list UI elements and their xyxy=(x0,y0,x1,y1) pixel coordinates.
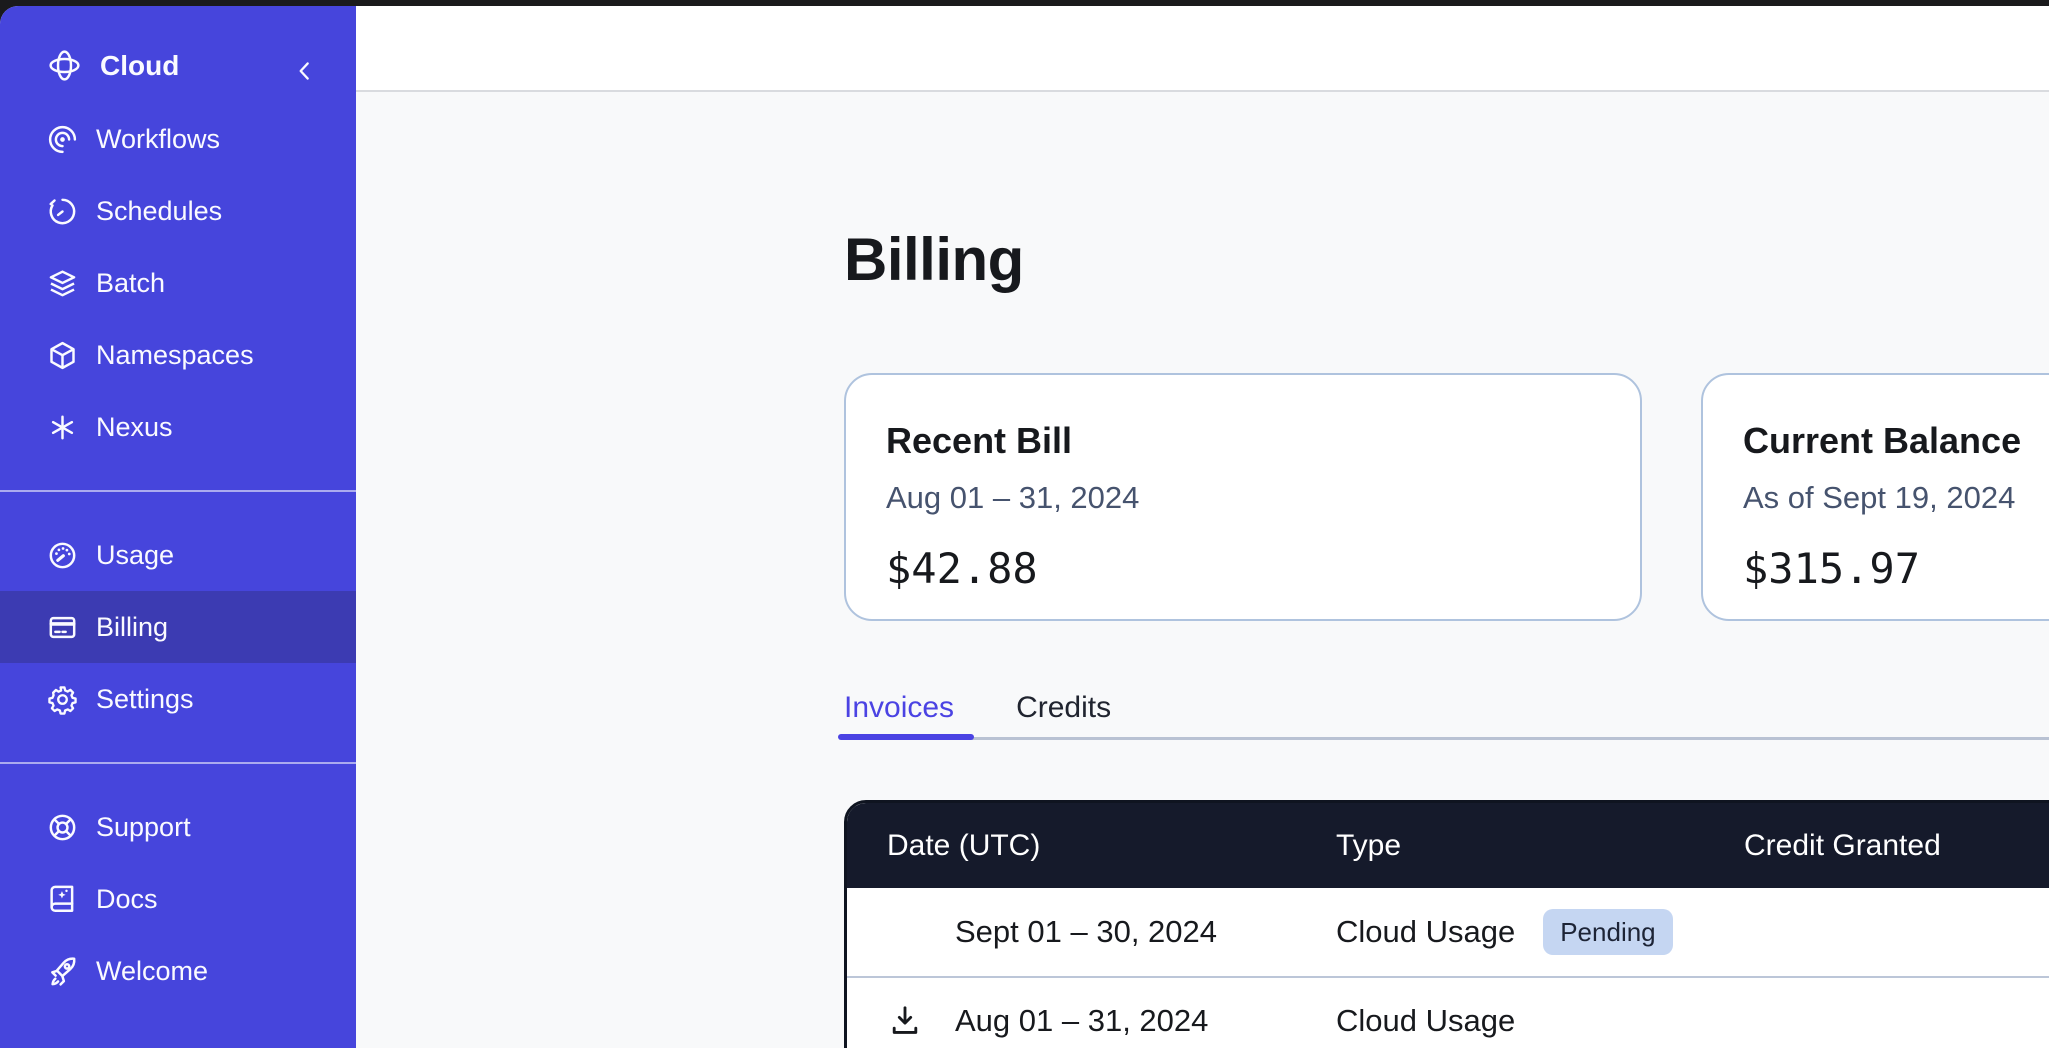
brand-label: Cloud xyxy=(100,50,179,82)
settings-icon xyxy=(46,683,79,716)
sidebar-item-label: Workflows xyxy=(96,124,220,155)
sidebar-item-schedules[interactable]: Schedules xyxy=(0,175,356,247)
invoice-type: Cloud Usage xyxy=(1336,914,1515,950)
sidebar-item-label: Welcome xyxy=(96,956,208,987)
invoice-row: Aug 01 – 31, 2024 Cloud Usage xyxy=(847,976,2049,1048)
invoice-type-cell: Cloud Usage Pending xyxy=(1336,909,1744,955)
usage-icon xyxy=(46,539,79,572)
sidebar-item-batch[interactable]: Batch xyxy=(0,247,356,319)
topbar xyxy=(356,6,2049,92)
summary-cards: Recent Bill Aug 01 – 31, 2024 $42.88 Cur… xyxy=(844,373,2049,621)
invoice-date: Aug 01 – 31, 2024 xyxy=(955,1003,1208,1039)
app-window: Cloud Workflows xyxy=(0,6,2049,1048)
column-header-type: Type xyxy=(1336,829,1744,863)
chevron-left-icon xyxy=(292,56,318,86)
invoice-date: Sept 01 – 30, 2024 xyxy=(955,914,1217,950)
invoices-table: Date (UTC) Type Credit Granted Sept 01 –… xyxy=(844,800,2049,1048)
sidebar-item-label: Support xyxy=(96,812,191,843)
card-date-range: Aug 01 – 31, 2024 xyxy=(886,477,1600,519)
invoice-type-cell: Cloud Usage xyxy=(1336,1003,1744,1039)
card-amount: $42.88 xyxy=(886,543,1600,595)
sidebar-item-label: Usage xyxy=(96,540,174,571)
sidebar-item-label: Settings xyxy=(96,684,194,715)
tab-credits[interactable]: Credits xyxy=(1016,691,1111,740)
schedules-icon xyxy=(46,195,79,228)
recent-bill-card: Recent Bill Aug 01 – 31, 2024 $42.88 xyxy=(844,373,1642,621)
main-area: Billing Recent Bill Aug 01 – 31, 2024 $4… xyxy=(356,6,2049,1048)
sidebar-item-label: Billing xyxy=(96,612,168,643)
card-amount: $315.97 xyxy=(1743,543,2049,595)
sidebar-divider xyxy=(0,490,356,492)
tab-label: Invoices xyxy=(844,691,954,724)
invoice-date-cell: Aug 01 – 31, 2024 xyxy=(847,1003,1336,1039)
sidebar-item-label: Schedules xyxy=(96,196,222,227)
support-icon xyxy=(46,811,79,844)
sidebar-item-label: Nexus xyxy=(96,412,173,443)
billing-icon xyxy=(46,611,79,644)
sidebar: Cloud Workflows xyxy=(0,6,356,1048)
sidebar-item-support[interactable]: Support xyxy=(0,791,356,863)
sidebar-collapse-button[interactable] xyxy=(290,54,320,88)
welcome-icon xyxy=(46,955,79,988)
sidebar-item-usage[interactable]: Usage xyxy=(0,519,356,591)
card-title: Recent Bill xyxy=(886,417,1600,465)
tab-invoices[interactable]: Invoices xyxy=(844,691,954,740)
page-title: Billing xyxy=(844,227,2049,293)
nexus-icon xyxy=(46,411,79,444)
sidebar-item-settings[interactable]: Settings xyxy=(0,663,356,735)
sidebar-item-docs[interactable]: Docs xyxy=(0,863,356,935)
download-icon xyxy=(887,1003,923,1039)
invoice-date-cell: Sept 01 – 30, 2024 xyxy=(847,914,1336,950)
invoice-type: Cloud Usage xyxy=(1336,1003,1515,1039)
sidebar-divider xyxy=(0,762,356,764)
table-header: Date (UTC) Type Credit Granted xyxy=(847,803,2049,888)
download-invoice-button[interactable] xyxy=(887,1003,955,1039)
card-date: As of Sept 19, 2024 xyxy=(1743,477,2049,519)
workflows-icon xyxy=(46,123,79,156)
column-header-credit-granted: Credit Granted xyxy=(1744,829,2049,863)
current-balance-card: Current Balance As of Sept 19, 2024 $315… xyxy=(1701,373,2049,621)
sidebar-item-billing[interactable]: Billing xyxy=(0,591,356,663)
column-header-date: Date (UTC) xyxy=(847,829,1336,863)
docs-icon xyxy=(46,883,79,916)
sidebar-item-namespaces[interactable]: Namespaces xyxy=(0,319,356,391)
billing-content: Billing Recent Bill Aug 01 – 31, 2024 $4… xyxy=(356,92,2049,1048)
status-badge: Pending xyxy=(1543,909,1672,955)
sidebar-item-welcome[interactable]: Welcome xyxy=(0,935,356,1007)
batch-icon xyxy=(46,267,79,300)
billing-tabs: Invoices Credits xyxy=(844,691,2049,740)
card-title: Current Balance xyxy=(1743,417,2049,465)
sidebar-item-label: Namespaces xyxy=(96,340,254,371)
tabs-divider xyxy=(844,737,2049,740)
sidebar-item-label: Docs xyxy=(96,884,158,915)
sidebar-item-workflows[interactable]: Workflows xyxy=(0,103,356,175)
tab-label: Credits xyxy=(1016,691,1111,724)
temporal-cloud-logo-icon xyxy=(46,47,83,84)
active-tab-underline xyxy=(838,734,974,740)
namespaces-icon xyxy=(46,339,79,372)
invoice-row: Sept 01 – 30, 2024 Cloud Usage Pending xyxy=(847,888,2049,976)
sidebar-item-nexus[interactable]: Nexus xyxy=(0,391,356,463)
sidebar-item-label: Batch xyxy=(96,268,165,299)
